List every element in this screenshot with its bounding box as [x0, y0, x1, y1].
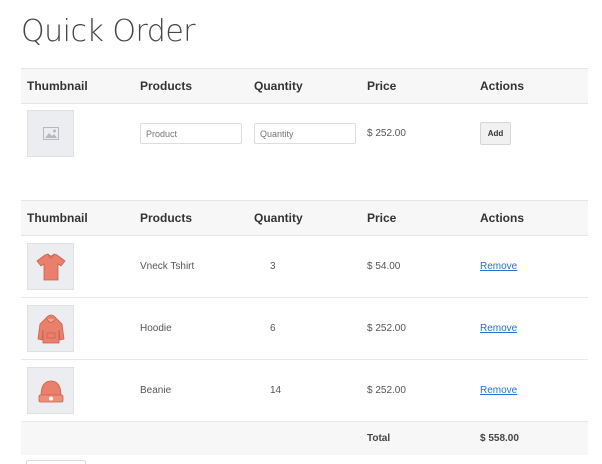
thumbnail-cell [21, 235, 134, 298]
action-cell: Remove [474, 297, 588, 360]
header-products: Products [134, 68, 248, 104]
price-value: $ 252.00 [361, 297, 474, 360]
thumbnail [27, 305, 74, 352]
table-row: Hoodie 6 $ 252.00 Remove [21, 297, 588, 360]
empty-cell [21, 421, 134, 455]
price-value: $ 54.00 [361, 235, 474, 298]
header-price: Price [361, 68, 474, 104]
price-value: $ 252.00 [361, 359, 474, 422]
thumbnail-cell [21, 297, 134, 360]
remove-link[interactable]: Remove [480, 323, 517, 334]
thumbnail [27, 243, 74, 290]
header-quantity: Quantity [248, 200, 361, 236]
page-title: Quick Order [21, 14, 196, 49]
table-row: Beanie 14 $ 252.00 Remove [21, 359, 588, 422]
cut-off-button[interactable] [26, 460, 86, 464]
empty-cell [248, 421, 361, 455]
header-thumbnail: Thumbnail [21, 68, 134, 104]
add-action-cell: Add [474, 104, 588, 164]
product-input[interactable] [140, 123, 242, 145]
add-product-table: Thumbnail Products Quantity Price Action… [21, 68, 588, 164]
quantity-value: 6 [248, 297, 361, 360]
product-name: Beanie [134, 359, 248, 422]
thumbnail [27, 110, 74, 158]
product-input-cell [134, 104, 248, 164]
product-name: Vneck Tshirt [134, 235, 248, 298]
header-price: Price [361, 200, 474, 236]
empty-cell [134, 421, 248, 455]
add-button[interactable]: Add [480, 122, 511, 146]
quantity-input[interactable] [254, 123, 356, 145]
product-name: Hoodie [134, 297, 248, 360]
action-cell: Remove [474, 235, 588, 298]
beanie-icon [38, 380, 63, 402]
header-actions: Actions [474, 200, 588, 236]
thumbnail [27, 367, 74, 414]
quantity-value: 3 [248, 235, 361, 298]
hoodie-icon [37, 314, 64, 343]
header-thumbnail: Thumbnail [21, 200, 134, 236]
remove-link[interactable]: Remove [480, 261, 517, 272]
total-value: $ 558.00 [474, 421, 588, 455]
quantity-input-cell [248, 104, 361, 164]
header-actions: Actions [474, 68, 588, 104]
table-row: Vneck Tshirt 3 $ 54.00 Remove [21, 235, 588, 298]
quantity-value: 14 [248, 359, 361, 422]
add-table-header: Thumbnail Products Quantity Price Action… [21, 68, 588, 104]
add-price: $ 252.00 [367, 128, 406, 140]
header-products: Products [134, 200, 248, 236]
order-table: Thumbnail Products Quantity Price Action… [21, 200, 588, 455]
add-thumbnail-cell [21, 104, 134, 164]
order-table-header: Thumbnail Products Quantity Price Action… [21, 200, 588, 236]
total-row: Total $ 558.00 [21, 421, 588, 455]
total-label: Total [361, 421, 474, 455]
thumbnail-cell [21, 359, 134, 422]
header-quantity: Quantity [248, 68, 361, 104]
image-placeholder-icon [42, 127, 59, 141]
tshirt-icon [35, 253, 66, 280]
remove-link[interactable]: Remove [480, 385, 517, 396]
add-row: $ 252.00 Add [21, 104, 588, 164]
action-cell: Remove [474, 359, 588, 422]
